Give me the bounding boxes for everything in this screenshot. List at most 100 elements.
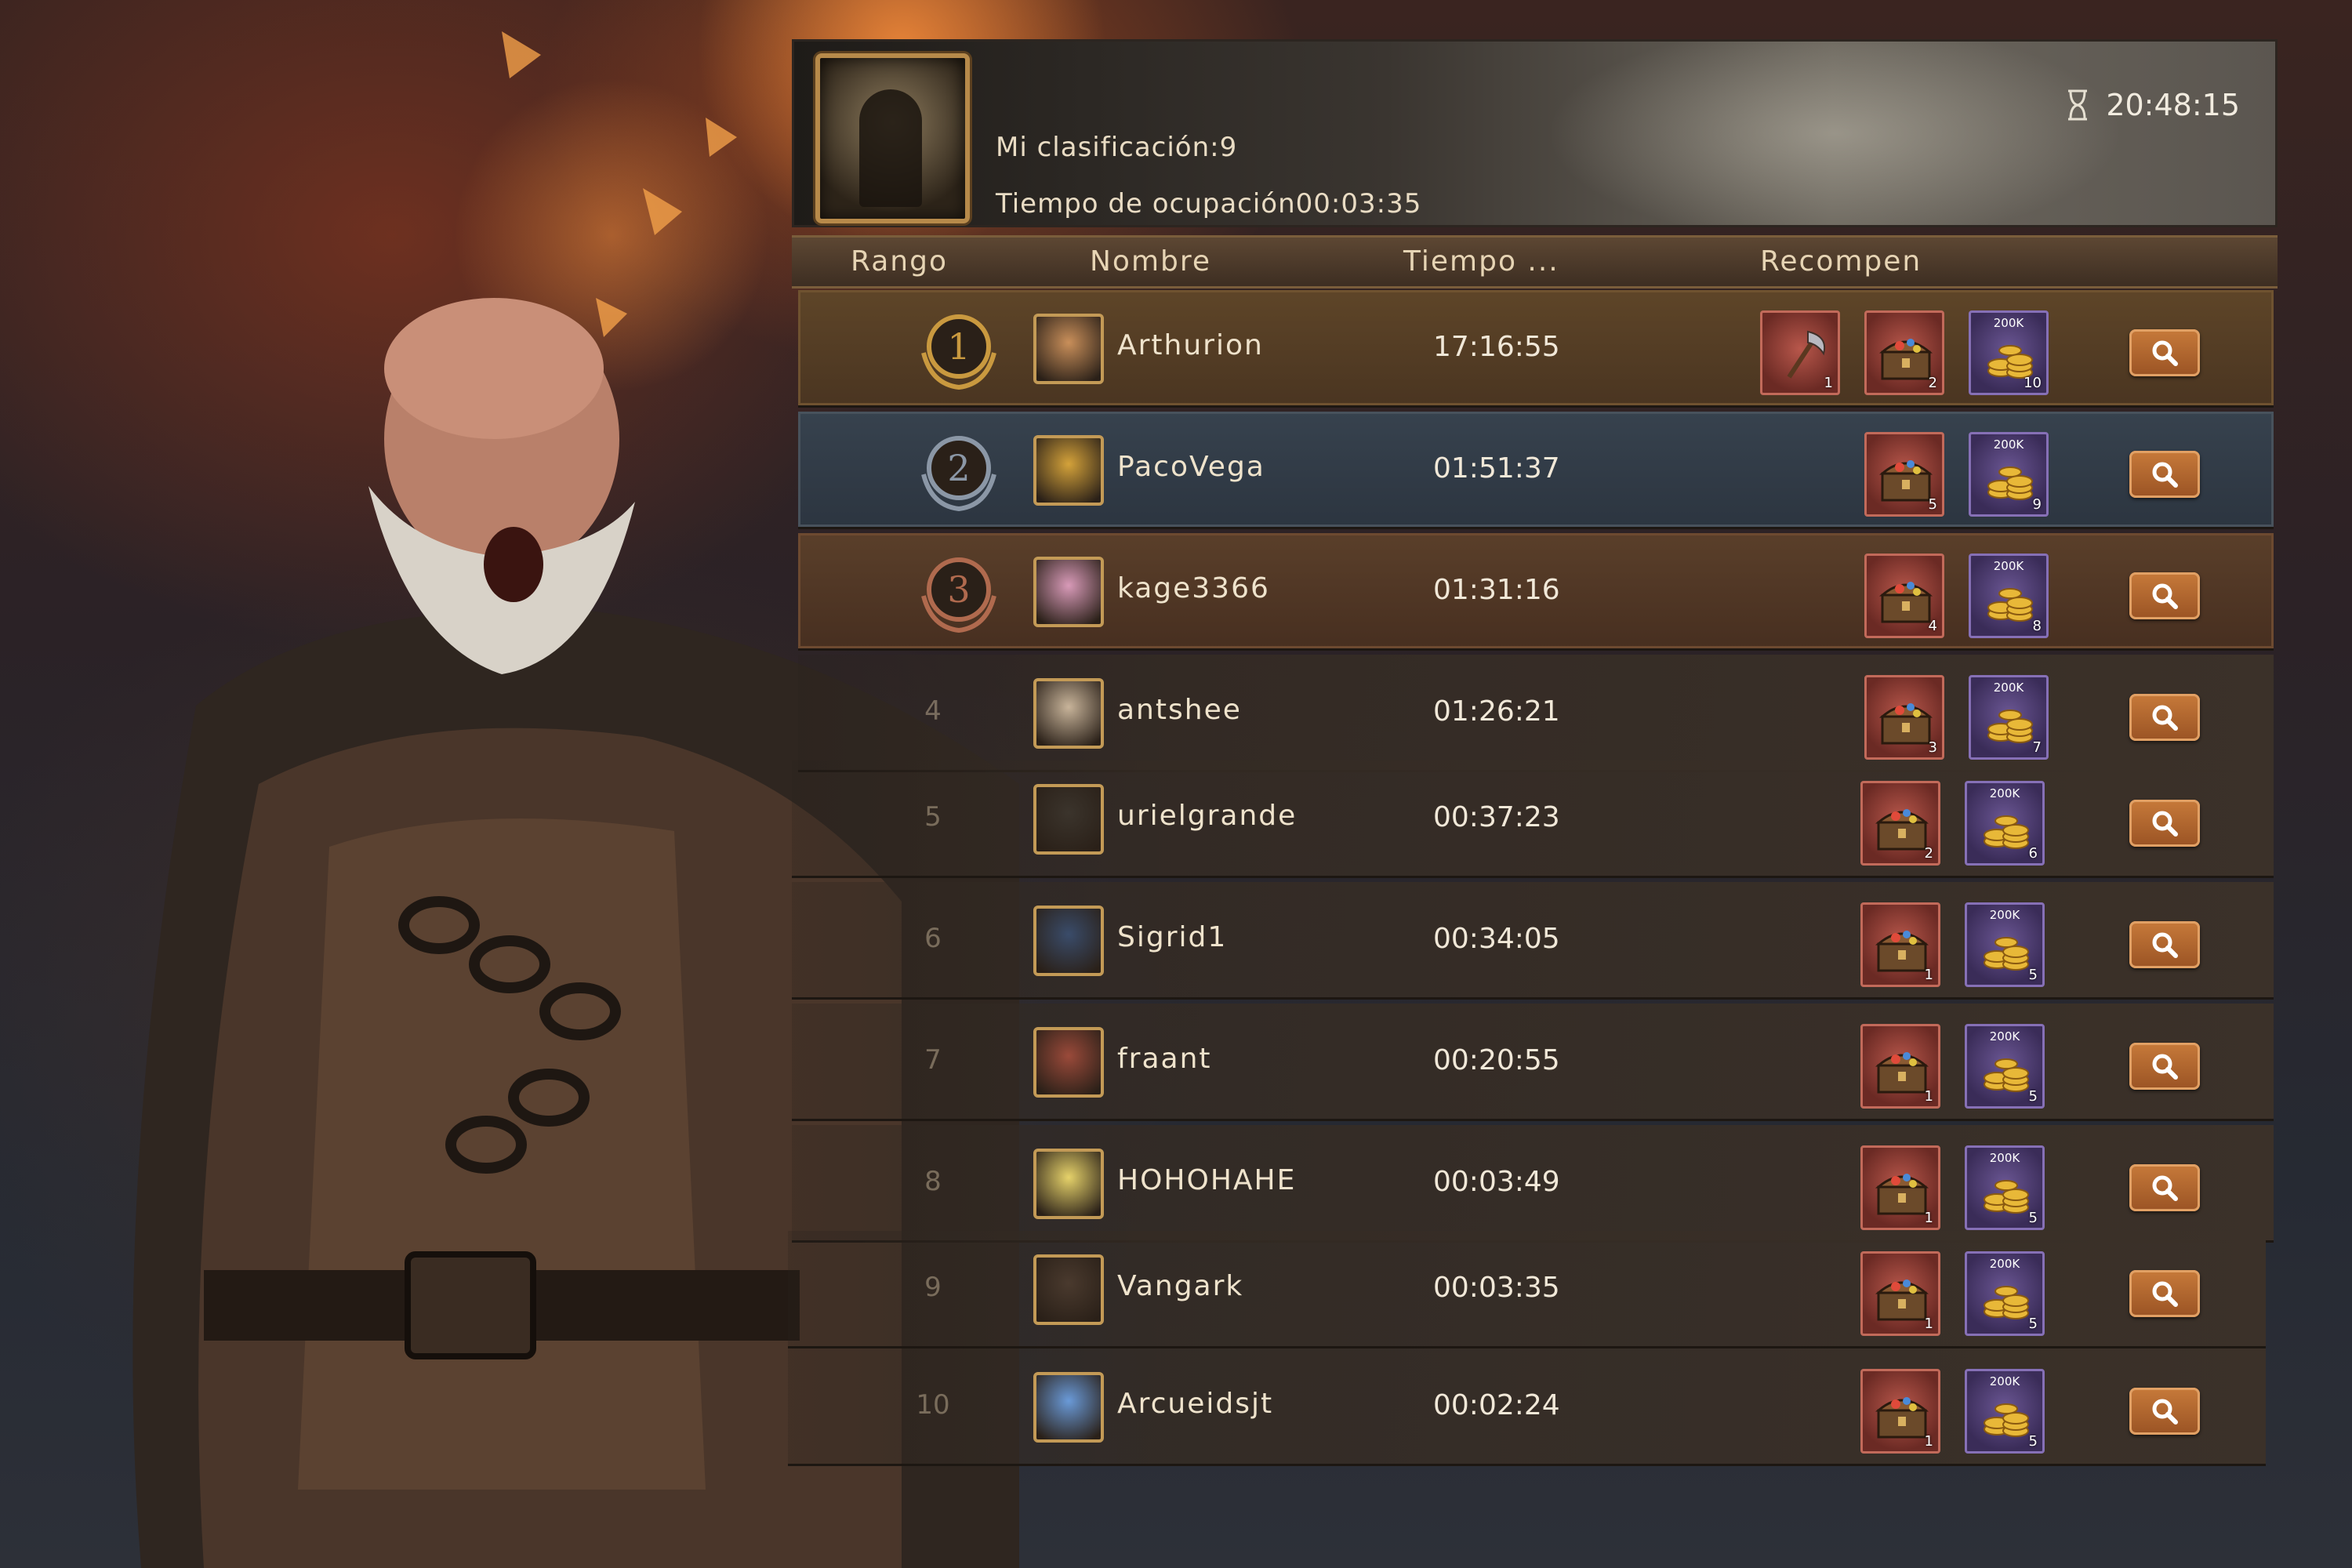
player-avatar[interactable] bbox=[1033, 1254, 1104, 1325]
player-avatar[interactable] bbox=[1033, 314, 1104, 384]
reward-amount-tag: 200K bbox=[1993, 437, 2024, 452]
treasure-chest-icon bbox=[1875, 1174, 1929, 1215]
player-portrait[interactable] bbox=[815, 53, 970, 223]
treasure-chest-icon bbox=[1875, 931, 1929, 972]
rank-number: 1 bbox=[947, 325, 970, 368]
occupation-time-value: 01:31:16 bbox=[1433, 574, 1560, 606]
player-name: PacoVega bbox=[1117, 451, 1265, 483]
ranking-row[interactable]: 10 Arcueidsjt 00:02:24 1 200K 5 bbox=[788, 1348, 2266, 1466]
inspect-player-button[interactable] bbox=[2129, 451, 2200, 498]
magnifier-icon bbox=[2152, 1054, 2178, 1080]
my-rank-label: Mi clasificación: bbox=[996, 132, 1220, 163]
occupation-time: Tiempo de ocupación00:03:35 bbox=[996, 188, 1421, 220]
reward-amount-tag: 200K bbox=[1993, 559, 2024, 573]
gold-reward-item[interactable]: 200K 5 bbox=[1965, 1024, 2045, 1109]
chest-reward-item[interactable]: 1 bbox=[1860, 1024, 1940, 1109]
chest-reward-item[interactable]: 3 bbox=[1864, 675, 1944, 760]
reward-quantity: 7 bbox=[2032, 739, 2042, 756]
inspect-player-button[interactable] bbox=[2129, 921, 2200, 968]
magnifier-icon bbox=[2152, 583, 2178, 609]
ranking-row[interactable]: 4 antshee 01:26:21 3 200K 7 bbox=[798, 655, 2274, 772]
reward-quantity: 2 bbox=[1924, 845, 1933, 862]
ranking-row[interactable]: 1 Arthurion 17:16:55 1 2 200K 10 bbox=[798, 290, 2274, 408]
axe-icon bbox=[1787, 330, 1825, 379]
gold-reward-item[interactable]: 200K 8 bbox=[1969, 554, 2049, 638]
gold-reward-item[interactable]: 200K 5 bbox=[1965, 1369, 2045, 1454]
reward-quantity: 5 bbox=[2028, 967, 2038, 983]
ranking-row[interactable]: 8 HOHOHAHE 00:03:49 1 200K 5 bbox=[792, 1125, 2274, 1243]
gold-reward-item[interactable]: 200K 10 bbox=[1969, 310, 2049, 395]
chest-reward-item[interactable]: 2 bbox=[1860, 781, 1940, 866]
occupation-time-value: 01:51:37 bbox=[1433, 452, 1560, 485]
ranking-header: Mi clasificación:9 Tiempo de ocupación00… bbox=[792, 39, 2278, 227]
column-rewards: Recompen bbox=[1760, 245, 1922, 278]
magnifier-icon bbox=[2152, 462, 2178, 488]
rank-medal-icon: 3 bbox=[921, 557, 996, 633]
occupation-time-value: 00:02:24 bbox=[1433, 1389, 1560, 1421]
inspect-player-button[interactable] bbox=[2129, 329, 2200, 376]
column-rank: Rango bbox=[851, 245, 948, 278]
player-avatar[interactable] bbox=[1033, 1372, 1104, 1443]
treasure-chest-icon bbox=[1878, 460, 1933, 502]
gold-reward-item[interactable]: 200K 9 bbox=[1969, 432, 2049, 517]
magnifier-icon bbox=[2152, 932, 2178, 958]
gold-coins-icon bbox=[1987, 710, 2033, 743]
gold-reward-item[interactable]: 200K 5 bbox=[1965, 1251, 2045, 1336]
player-avatar[interactable] bbox=[1033, 1027, 1104, 1098]
inspect-player-button[interactable] bbox=[2129, 694, 2200, 741]
reward-quantity: 4 bbox=[1928, 618, 1937, 634]
player-avatar[interactable] bbox=[1033, 784, 1104, 855]
chest-reward-item[interactable]: 5 bbox=[1864, 432, 1944, 517]
gold-coins-icon bbox=[1984, 937, 2029, 971]
chest-reward-item[interactable]: 4 bbox=[1864, 554, 1944, 638]
player-avatar[interactable] bbox=[1033, 1149, 1104, 1219]
reward-quantity: 8 bbox=[2032, 618, 2042, 634]
magnifier-icon bbox=[2152, 340, 2178, 366]
ranking-row[interactable]: 9 Vangark 00:03:35 1 200K 5 bbox=[788, 1231, 2266, 1348]
chest-reward-item[interactable]: 2 bbox=[1864, 310, 1944, 395]
gold-reward-item[interactable]: 200K 6 bbox=[1965, 781, 2045, 866]
player-avatar[interactable] bbox=[1033, 678, 1104, 749]
reward-amount-tag: 200K bbox=[1989, 1029, 2020, 1044]
inspect-player-button[interactable] bbox=[2129, 1043, 2200, 1090]
chest-reward-item[interactable]: 1 bbox=[1860, 1145, 1940, 1230]
weapon-reward-item[interactable]: 1 bbox=[1760, 310, 1840, 395]
chest-reward-item[interactable]: 1 bbox=[1860, 1369, 1940, 1454]
ranking-row[interactable]: 6 Sigrid1 00:34:05 1 200K 5 bbox=[792, 882, 2274, 1000]
ranking-row[interactable]: 2 PacoVega 01:51:37 5 200K 9 bbox=[798, 412, 2274, 529]
player-name: antshee bbox=[1117, 694, 1242, 726]
reward-amount-tag: 200K bbox=[1989, 1374, 2020, 1388]
gold-coins-icon bbox=[1984, 1286, 2029, 1319]
player-avatar[interactable] bbox=[1033, 906, 1104, 976]
gold-reward-item[interactable]: 200K 5 bbox=[1965, 1145, 2045, 1230]
occupation-time-value: 00:03:49 bbox=[1433, 1166, 1560, 1198]
inspect-player-button[interactable] bbox=[2129, 1164, 2200, 1211]
treasure-chest-icon bbox=[1875, 809, 1929, 851]
gold-reward-item[interactable]: 200K 5 bbox=[1965, 902, 2045, 987]
gold-coins-icon bbox=[1984, 1058, 2029, 1092]
timer-value: 20:48:15 bbox=[2106, 88, 2240, 122]
ranking-row[interactable]: 5 urielgrande 00:37:23 2 200K 6 bbox=[792, 760, 2274, 878]
inspect-player-button[interactable] bbox=[2129, 1270, 2200, 1317]
rank-number: 5 bbox=[924, 801, 942, 833]
inspect-player-button[interactable] bbox=[2129, 572, 2200, 619]
reward-quantity: 1 bbox=[1924, 967, 1933, 983]
reward-quantity: 1 bbox=[1924, 1088, 1933, 1105]
ranking-row[interactable]: 3 kage3366 01:31:16 4 200K 8 bbox=[798, 533, 2274, 651]
gold-reward-item[interactable]: 200K 7 bbox=[1969, 675, 2049, 760]
inspect-player-button[interactable] bbox=[2129, 800, 2200, 847]
reward-quantity: 1 bbox=[1924, 1210, 1933, 1226]
player-avatar[interactable] bbox=[1033, 435, 1104, 506]
player-silhouette-icon bbox=[859, 89, 922, 207]
chest-reward-item[interactable]: 1 bbox=[1860, 902, 1940, 987]
occupation-value: 00:03:35 bbox=[1295, 188, 1422, 220]
chest-reward-item[interactable]: 1 bbox=[1860, 1251, 1940, 1336]
ranking-row[interactable]: 7 fraant 00:20:55 1 200K 5 bbox=[792, 1004, 2274, 1121]
occupation-time-value: 00:34:05 bbox=[1433, 923, 1560, 955]
rank-number: 8 bbox=[924, 1166, 942, 1197]
player-avatar[interactable] bbox=[1033, 557, 1104, 627]
gold-coins-icon bbox=[1984, 815, 2029, 849]
column-time: Tiempo ... bbox=[1403, 245, 1559, 278]
inspect-player-button[interactable] bbox=[2129, 1388, 2200, 1435]
rank-medal-icon: 1 bbox=[921, 314, 996, 390]
